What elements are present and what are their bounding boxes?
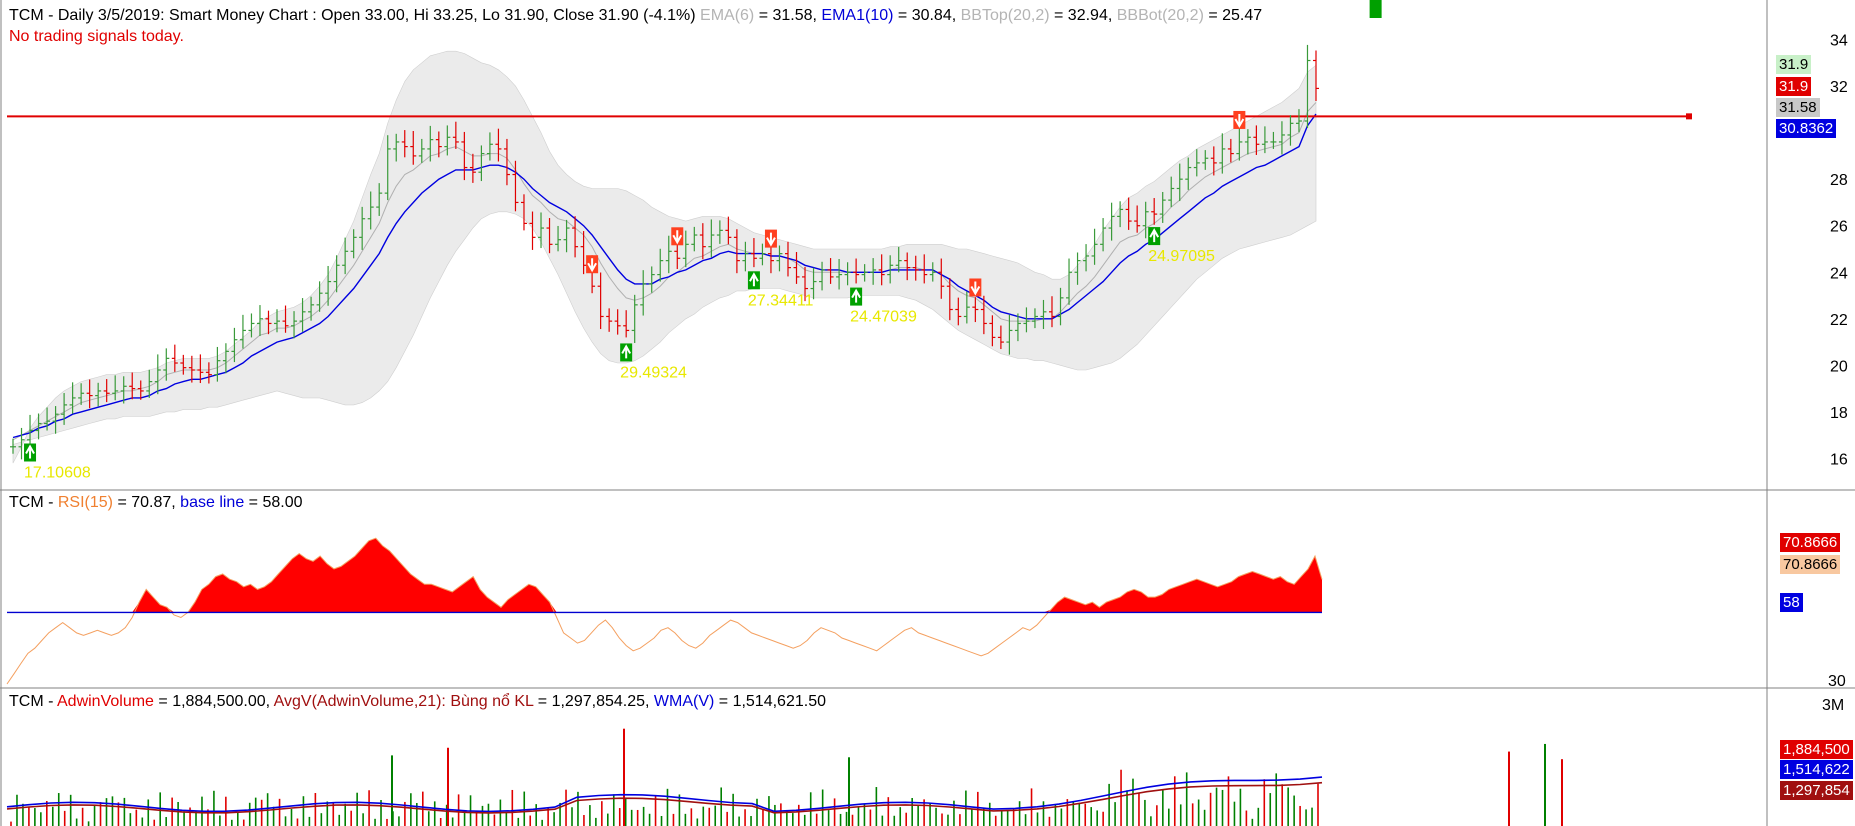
price-tick-32: 32: [1830, 79, 1848, 96]
ema10-value: = 30.84,: [893, 7, 961, 24]
rsi-label: RSI(15): [57, 494, 113, 511]
rsi-prefix: TCM -: [9, 494, 58, 511]
price-tick-28: 28: [1830, 172, 1848, 189]
wma-tag: 1,514,622: [1780, 760, 1853, 779]
avgv-line: [6, 781, 1323, 814]
rsi-panel-header: TCM - RSI(15) = 70.87, base line = 58.00: [9, 494, 303, 512]
bollinger-band: [12, 50, 1317, 464]
signal-status: No trading signals today.: [9, 28, 184, 45]
buy-signal-label-4: 24.97095: [1148, 248, 1215, 265]
volume-panel-header: TCM - AdwinVolume = 1,884,500.00, AvgV(A…: [9, 693, 826, 711]
rsi-fill-area: [7, 538, 1322, 613]
volume-tag: 1,884,500: [1780, 740, 1853, 759]
volume-value: = 1,884,500.00,: [153, 693, 274, 710]
price-tick-26: 26: [1830, 219, 1848, 236]
price-panel-header: TCM - Daily 3/5/2019: Smart Money Chart …: [9, 7, 1262, 25]
ema10-tag: 30.8362: [1776, 119, 1837, 138]
rsi-tag-orange: 70.8666: [1780, 555, 1841, 574]
ema10-label: EMA1(10): [821, 7, 894, 24]
price-tag-up: 31.9: [1776, 55, 1812, 74]
bbtop-value: = 32.94,: [1049, 7, 1117, 24]
buy-signal-label-5: 23.93868: [1370, 0, 1437, 4]
price-tick-18: 18: [1830, 405, 1848, 422]
price-tick-34: 34: [1830, 33, 1848, 50]
rsi-tick-30: 30: [1828, 673, 1846, 690]
rsi-tag-red: 70.8666: [1780, 533, 1841, 552]
rsi-base-tag: 58: [1780, 593, 1803, 612]
bbbot-label: BBBot(20,2): [1116, 7, 1204, 24]
wma-line: [6, 776, 1323, 813]
ema6-tag: 31.58: [1776, 98, 1820, 117]
buy-signal-label-2: 27.34411: [748, 292, 814, 309]
bbbot-value: = 25.47: [1203, 7, 1263, 24]
wma-value: = 1,514,621.50: [714, 693, 826, 710]
base-line-value: = 58.00: [244, 494, 303, 511]
price-tick-22: 22: [1830, 312, 1848, 329]
price-tick-16: 16: [1830, 451, 1848, 468]
resistance-marker: [1686, 113, 1692, 120]
volume-label: AdwinVolume: [57, 693, 154, 710]
ema6-label: EMA(6): [700, 7, 755, 24]
buy-signal-label-3: 24.47039: [850, 309, 917, 326]
avgv-label: AvgV(AdwinVolume,21): Bùng nổ KL: [273, 693, 534, 710]
avgv-value: = 1,297,854.25,: [533, 693, 654, 710]
buy-signal-label-1: 29.49324: [620, 364, 687, 381]
volume-tick-3m: 3M: [1822, 697, 1845, 714]
price-title: TCM - Daily 3/5/2019: Smart Money Chart …: [9, 7, 696, 24]
price-tag-close: 31.9: [1776, 77, 1812, 96]
price-tick-20: 20: [1830, 358, 1848, 375]
base-line-label: base line: [180, 494, 245, 511]
volume-prefix: TCM -: [9, 693, 57, 710]
price-tick-24: 24: [1830, 265, 1848, 282]
ema6-value: = 31.58,: [754, 7, 822, 24]
bbtop-label: BBTop(20,2): [960, 7, 1050, 24]
wma-label: WMA(V): [653, 693, 715, 710]
avgv-tag: 1,297,854: [1780, 781, 1853, 800]
buy-signal-label-0: 17.10608: [24, 464, 91, 481]
rsi-value: = 70.87,: [113, 494, 181, 511]
band-value-label: 23.69291: [728, 159, 795, 176]
